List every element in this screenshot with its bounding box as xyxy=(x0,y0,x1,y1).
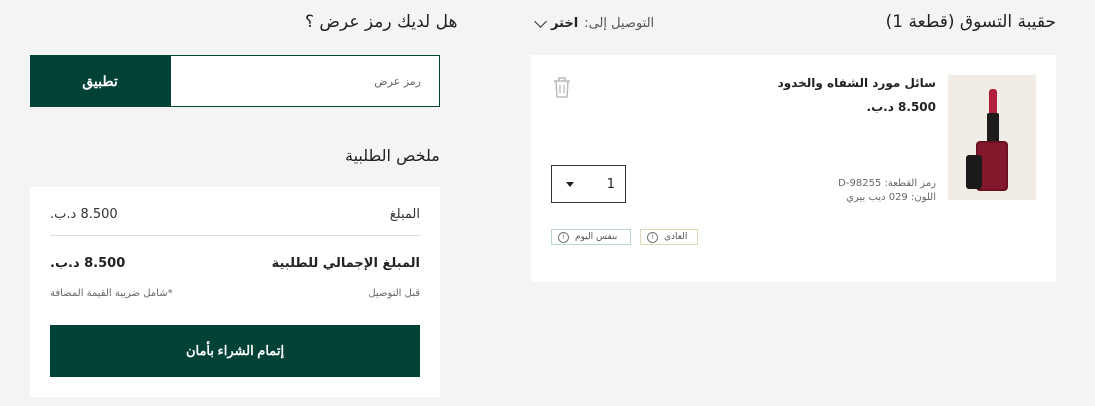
info-icon[interactable]: i xyxy=(647,231,658,243)
apply-promo-button[interactable]: تطبيق xyxy=(30,55,170,107)
amount-value: 8.500 د.ب. xyxy=(50,207,118,222)
before-delivery-note: قبل التوصيل xyxy=(368,288,420,299)
order-summary-title: ملخص الطلبية xyxy=(345,146,440,165)
info-icon[interactable]: i xyxy=(558,231,569,243)
bag-title: حقيبة التسوق (قطعة 1) xyxy=(885,12,1056,32)
bag-item-card: سائل مورد الشفاه والخدود 8.500 د.ب. رمز … xyxy=(531,55,1056,282)
deliver-choice: اختر xyxy=(551,16,579,31)
quantity-selector[interactable]: 1 xyxy=(551,165,626,203)
promo-form: تطبيق xyxy=(30,55,440,107)
deliver-to-selector[interactable]: اختر التوصيل إلى: xyxy=(534,15,655,31)
quantity-value: 1 xyxy=(606,176,615,192)
product-image[interactable] xyxy=(948,75,1036,200)
trash-icon[interactable] xyxy=(551,75,573,99)
amount-label: المبلغ xyxy=(389,207,420,222)
product-name[interactable]: سائل مورد الشفاه والخدود xyxy=(778,76,936,90)
secure-checkout-button[interactable]: إتمام الشراء بأمان xyxy=(50,325,420,377)
shipping-option-label: العادي xyxy=(664,232,688,242)
notes-row: *شامل ضريبة القيمة المضافة قبل التوصيل xyxy=(50,288,420,299)
product-price: 8.500 د.ب. xyxy=(866,100,936,114)
amount-row: 8.500 د.ب. المبلغ xyxy=(50,207,420,222)
caret-down-icon xyxy=(566,181,574,187)
total-label: المبلغ الإجمالي للطلبية xyxy=(271,256,420,271)
total-value: 8.500 د.ب. xyxy=(50,256,126,271)
total-row: 8.500 د.ب. المبلغ الإجمالي للطلبية xyxy=(50,256,420,271)
order-summary-card: 8.500 د.ب. المبلغ 8.500 د.ب. المبلغ الإج… xyxy=(30,187,440,397)
lip-cheek-bottle-image xyxy=(966,88,1008,191)
deliver-label: التوصيل إلى: xyxy=(584,16,655,31)
vat-note: *شامل ضريبة القيمة المضافة xyxy=(50,288,173,299)
divider xyxy=(50,235,420,236)
shipping-option-regular[interactable]: i العادي xyxy=(640,229,698,245)
shipping-option-label: بنفس اليوم xyxy=(575,232,618,242)
item-color: اللون: 029 ديب بيري xyxy=(846,192,936,203)
promo-code-input[interactable] xyxy=(170,55,440,107)
chevron-down-icon xyxy=(534,15,547,28)
promo-title: هل لديك رمز عرض ؟ xyxy=(305,12,458,32)
item-code: رمز القطعة: D-98255 xyxy=(838,178,936,189)
shipping-option-same-day[interactable]: i بنفس اليوم xyxy=(551,229,631,245)
